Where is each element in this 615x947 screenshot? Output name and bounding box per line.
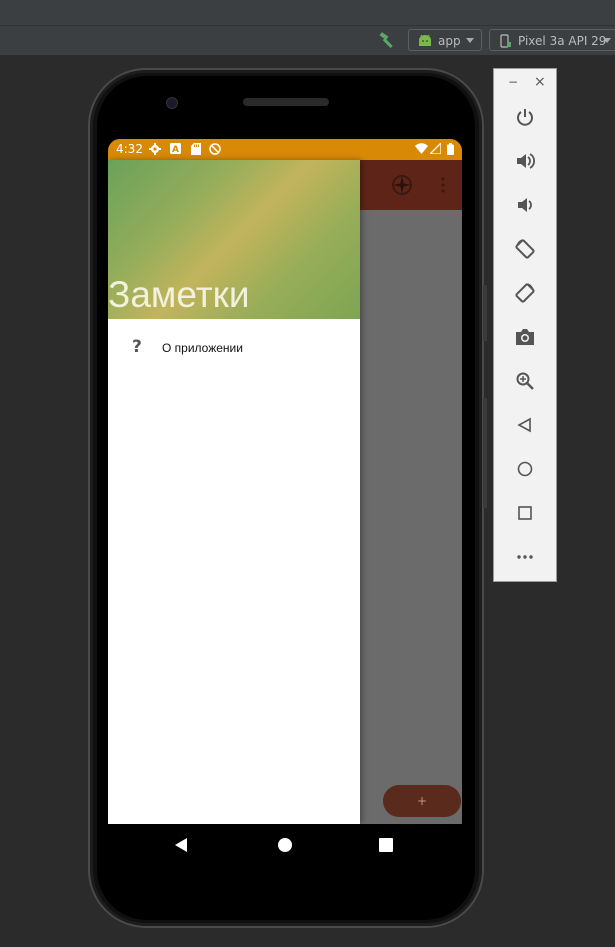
front-camera: [166, 97, 178, 109]
drawer-header: Заметки: [108, 160, 360, 319]
volume-side-button: [483, 398, 487, 508]
close-icon[interactable]: ×: [534, 74, 546, 90]
compass-icon[interactable]: [391, 174, 413, 196]
battery-icon: [447, 143, 454, 155]
sd-card-icon: [191, 143, 201, 155]
drawer-item-label: О приложении: [162, 341, 243, 355]
emulator-controls-panel: − ×: [493, 68, 557, 582]
overflow-menu-icon[interactable]: [440, 177, 446, 193]
add-note-fab[interactable]: +: [383, 785, 461, 817]
android-icon: [419, 34, 431, 46]
chevron-down-icon: [466, 38, 474, 43]
run-configuration-dropdown[interactable]: app: [408, 29, 482, 51]
more-icon[interactable]: [511, 543, 539, 571]
power-icon[interactable]: [511, 103, 539, 131]
run-configuration-label: app: [438, 34, 461, 48]
nav-back-icon[interactable]: [175, 838, 187, 852]
volume-down-icon[interactable]: [511, 191, 539, 219]
ide-toolbar: app Pixel 3a API 29: [0, 26, 615, 56]
overview-icon[interactable]: [511, 499, 539, 527]
status-bar: 4:32 A: [108, 139, 462, 160]
status-time: 4:32: [116, 142, 143, 156]
camera-icon[interactable]: [511, 323, 539, 351]
device-screen: 4:32 A + Заметки ? О приложении: [108, 139, 462, 824]
data-saver-icon: [209, 143, 221, 155]
navigation-drawer: Заметки ? О приложении: [108, 160, 360, 824]
svg-text:A: A: [172, 145, 179, 154]
hammer-icon[interactable]: [378, 32, 396, 50]
device-icon: [500, 34, 511, 48]
system-navigation-bar: [108, 824, 462, 884]
volume-up-icon[interactable]: [511, 147, 539, 175]
a-notification-icon: A: [170, 143, 181, 154]
nav-overview-icon[interactable]: [379, 838, 393, 852]
device-selector-label: Pixel 3a API 29: [518, 34, 607, 48]
nav-home-icon[interactable]: [278, 838, 292, 852]
rotate-right-icon[interactable]: [511, 279, 539, 307]
earpiece-speaker: [243, 98, 329, 106]
drawer-title: Заметки: [108, 274, 250, 315]
drawer-item-about[interactable]: ? О приложении: [108, 337, 360, 377]
question-mark-icon: ?: [132, 337, 142, 357]
power-side-button: [483, 285, 487, 341]
zoom-icon[interactable]: [511, 367, 539, 395]
app-toolbar: [360, 160, 462, 210]
content-scrim[interactable]: [360, 210, 462, 824]
wifi-icon: [415, 143, 428, 154]
back-icon[interactable]: [511, 411, 539, 439]
settings-gear-icon: [149, 143, 161, 155]
chevron-down-icon: [603, 38, 611, 43]
device-selector-dropdown[interactable]: Pixel 3a API 29: [489, 29, 615, 51]
cellular-signal-icon: [430, 143, 441, 154]
minimize-icon[interactable]: −: [508, 75, 518, 89]
rotate-left-icon[interactable]: [511, 235, 539, 263]
ide-title-bar: [0, 0, 615, 26]
home-icon[interactable]: [511, 455, 539, 483]
